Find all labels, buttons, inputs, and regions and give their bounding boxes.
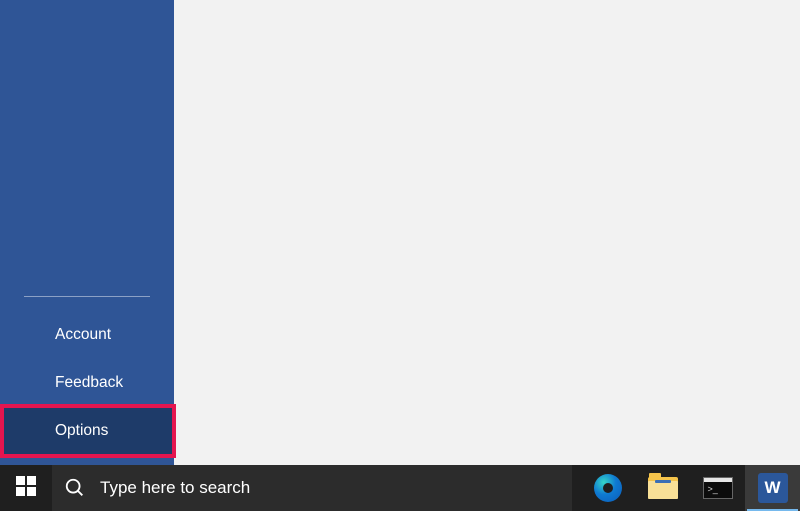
taskbar-app-file-explorer[interactable] <box>635 465 690 511</box>
word-icon: W <box>758 473 788 503</box>
sidebar-item-account[interactable]: Account <box>0 311 174 359</box>
taskbar-app-edge[interactable] <box>580 465 635 511</box>
start-button[interactable] <box>0 465 52 511</box>
backstage-content <box>174 0 800 465</box>
sidebar-item-label: Options <box>55 422 108 439</box>
file-explorer-icon <box>648 477 678 499</box>
windows-logo-icon <box>16 476 36 501</box>
sidebar-item-label: Account <box>55 326 111 343</box>
taskbar-search[interactable] <box>52 465 572 511</box>
edge-icon <box>594 474 622 502</box>
taskbar-app-command-prompt[interactable]: >_ <box>690 465 745 511</box>
command-prompt-icon: >_ <box>703 477 733 499</box>
taskbar: >_ W <box>0 465 800 511</box>
taskbar-app-word[interactable]: W <box>745 465 800 511</box>
search-icon <box>64 477 86 499</box>
sidebar-item-feedback[interactable]: Feedback <box>0 359 174 407</box>
sidebar-item-options[interactable]: Options <box>0 407 174 455</box>
sidebar-item-label: Feedback <box>55 374 123 391</box>
taskbar-pinned-apps: >_ W <box>580 465 800 511</box>
sidebar-divider <box>24 296 150 297</box>
backstage-sidebar: Account Feedback Options <box>0 0 174 465</box>
search-input[interactable] <box>100 478 560 498</box>
